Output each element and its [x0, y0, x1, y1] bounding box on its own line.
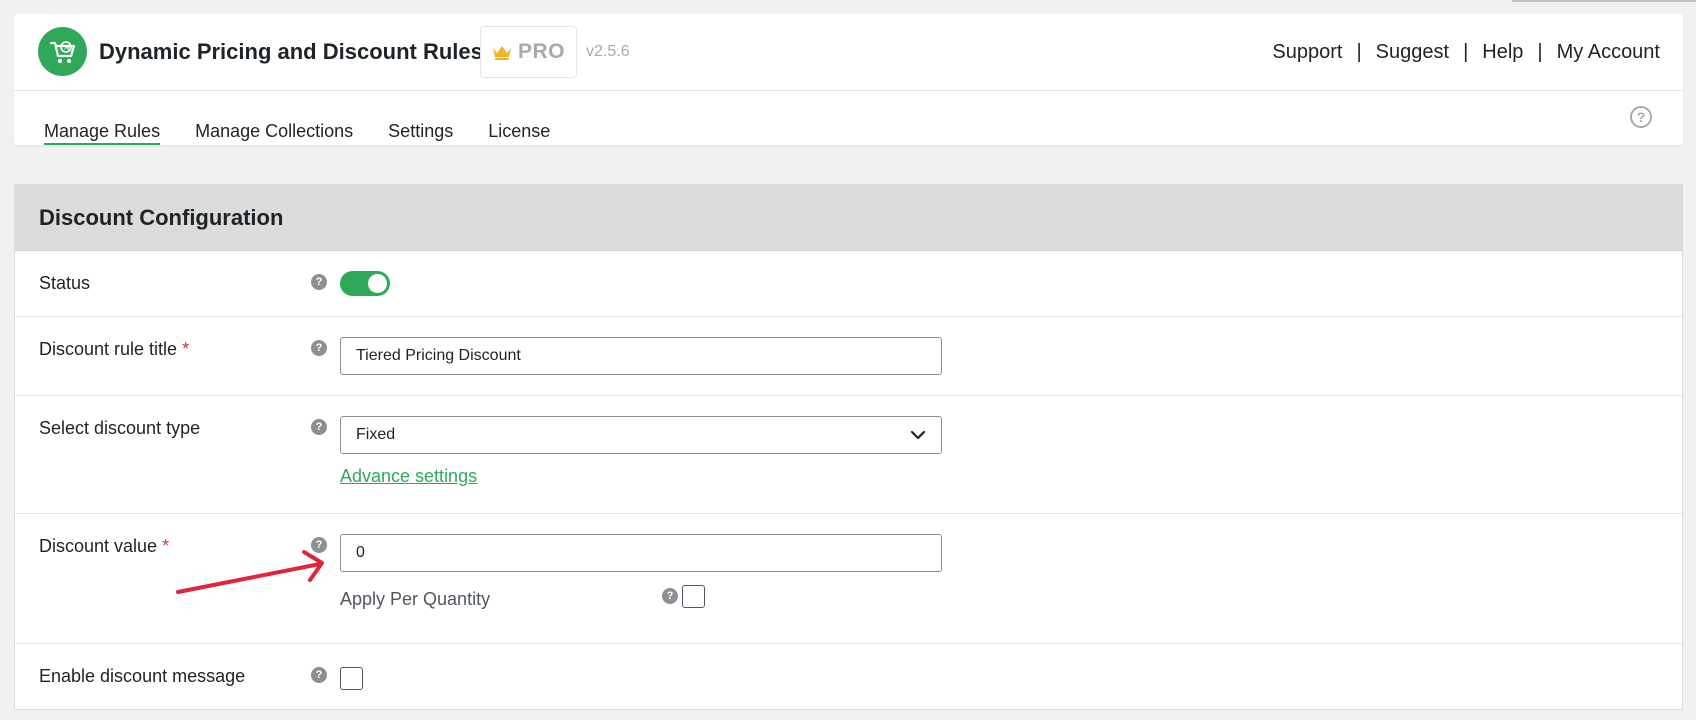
chevron-down-icon: [910, 430, 926, 440]
discount-message-row: Enable discount message ?: [15, 644, 1682, 710]
rule-title-label: Discount rule title *: [39, 339, 189, 360]
discount-type-value: Fixed: [356, 426, 396, 443]
link-separator: |: [1537, 41, 1543, 63]
tab-manage-rules[interactable]: Manage Rules: [44, 92, 161, 145]
tab-settings[interactable]: Settings: [388, 92, 453, 145]
app-title: Dynamic Pricing and Discount Rules: [99, 39, 483, 64]
advance-settings-link[interactable]: Advance settings: [340, 466, 477, 487]
svg-text:%: %: [62, 43, 69, 51]
version-label: v2.5.6: [586, 43, 630, 60]
rule-title-row: Discount rule title * ? Tiered Pricing D…: [15, 317, 1682, 396]
discount-message-label: Enable discount message: [39, 666, 246, 686]
discount-type-label: Select discount type: [39, 418, 201, 438]
status-label: Status: [39, 273, 91, 293]
suggest-link[interactable]: Suggest: [1376, 41, 1449, 64]
apply-per-quantity-checkbox[interactable]: [682, 585, 705, 608]
panel-header: Discount Configuration: [15, 185, 1682, 251]
header-top-bar: % Dynamic Pricing and Discount Rules PRO…: [14, 14, 1683, 91]
tab-license[interactable]: License: [488, 92, 550, 145]
pro-badge[interactable]: PRO: [480, 26, 577, 78]
link-separator: |: [1356, 41, 1362, 63]
toggle-knob: [368, 274, 387, 293]
discount-type-select[interactable]: Fixed: [340, 416, 942, 454]
tab-manage-collections[interactable]: Manage Collections: [195, 92, 353, 145]
help-link[interactable]: Help: [1482, 41, 1523, 64]
required-mark: *: [162, 536, 170, 556]
cart-discount-logo-icon: %: [38, 27, 87, 76]
discount-configuration-panel: Discount Configuration Status ? Discount…: [14, 184, 1683, 710]
help-icon[interactable]: ?: [311, 340, 327, 356]
discount-value-label-text: Discount value: [39, 536, 158, 556]
pro-label: PRO: [517, 40, 565, 63]
discount-type-row: Select discount type ? Fixed Advance set…: [15, 396, 1682, 514]
top-edge-bar: [1512, 0, 1696, 2]
help-icon[interactable]: ?: [311, 667, 327, 683]
my-account-link[interactable]: My Account: [1557, 41, 1660, 64]
panel-title: Discount Configuration: [39, 204, 284, 230]
rule-title-label-text: Discount rule title: [39, 339, 178, 359]
help-icon[interactable]: ?: [311, 274, 327, 290]
discount-message-checkbox[interactable]: [340, 667, 363, 690]
annotation-arrow-icon: [176, 550, 324, 594]
discount-value-label: Discount value *: [39, 536, 169, 557]
support-link[interactable]: Support: [1272, 41, 1342, 64]
question-circle-icon[interactable]: ?: [1630, 106, 1652, 128]
discount-value-input[interactable]: 0: [340, 534, 942, 572]
required-mark: *: [182, 339, 190, 359]
help-icon[interactable]: ?: [311, 419, 327, 435]
crown-icon: [492, 46, 511, 60]
help-icon[interactable]: ?: [662, 588, 678, 604]
nav-tabs: Manage Rules Manage Collections Settings…: [44, 92, 550, 145]
status-row: Status ?: [15, 251, 1682, 317]
apply-per-quantity-label: Apply Per Quantity: [340, 589, 491, 609]
plugin-header: % Dynamic Pricing and Discount Rules PRO…: [14, 14, 1683, 145]
top-links: Support | Suggest | Help | My Account: [1272, 41, 1660, 64]
link-separator: |: [1463, 41, 1469, 63]
status-toggle[interactable]: [340, 271, 390, 296]
rule-title-input[interactable]: Tiered Pricing Discount: [340, 337, 942, 375]
